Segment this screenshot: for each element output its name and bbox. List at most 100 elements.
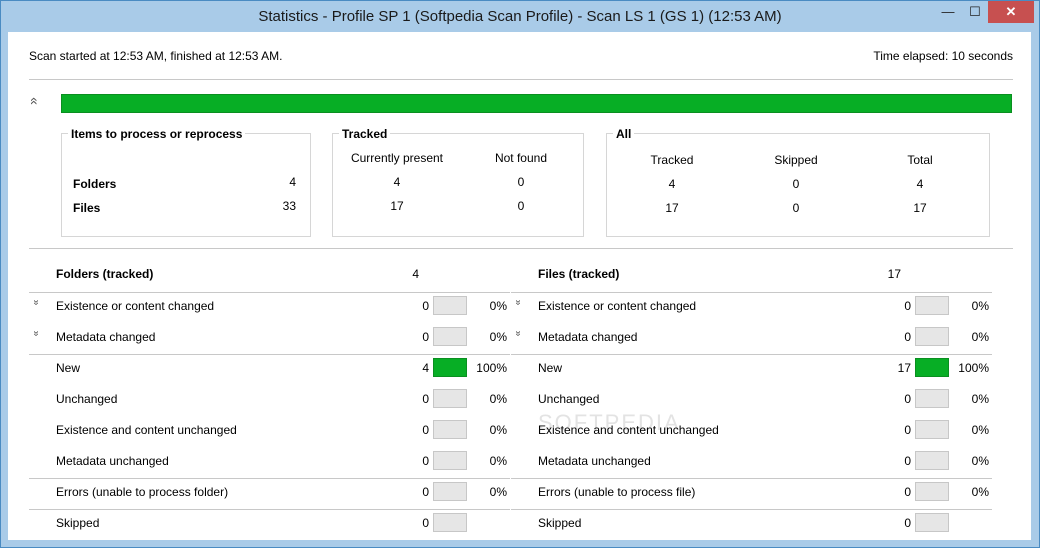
items-files-label: Files — [73, 201, 101, 215]
folders-row-label: Unchanged — [56, 392, 118, 406]
files-row-count: 0 — [904, 516, 911, 530]
scan-info: Scan started at 12:53 AM, finished at 12… — [29, 49, 283, 63]
tracked-cell: 0 — [517, 199, 525, 213]
folders-row-label: Metadata changed — [56, 330, 156, 344]
row-divider — [511, 354, 992, 355]
folders-row-pct: 0% — [489, 485, 507, 499]
files-row-label: Existence or content changed — [538, 299, 697, 313]
folders-row-count: 0 — [422, 485, 429, 499]
files-row-label: Unchanged — [538, 392, 600, 406]
folders-row-pct: 100% — [476, 361, 507, 375]
folders-row-pct: 0% — [489, 330, 507, 344]
all-cell: 4 — [916, 177, 924, 191]
files-row-count: 0 — [904, 423, 911, 437]
collapse-icon[interactable]: « — [27, 97, 43, 105]
all-cell: 4 — [668, 177, 676, 191]
items-files-value: 33 — [282, 199, 296, 213]
folders-row-count: 0 — [422, 454, 429, 468]
divider — [29, 248, 1013, 249]
files-total: 17 — [887, 267, 901, 281]
all-cell: 17 — [665, 201, 679, 215]
folders-row-pct: 0% — [489, 299, 507, 313]
files-row-pct: 0% — [971, 299, 989, 313]
folders-header: Folders (tracked) — [56, 267, 154, 281]
files-row-pct: 0% — [971, 330, 989, 344]
folders-row-label: Existence or content changed — [56, 299, 215, 313]
folders-row-label: Errors (unable to process folder) — [56, 485, 229, 499]
items-to-process-group: Items to process or reprocess Folders 4 … — [61, 127, 311, 237]
row-divider — [29, 292, 510, 293]
expand-icon[interactable]: » — [512, 331, 523, 337]
row-divider — [29, 354, 510, 355]
row-divider — [511, 478, 992, 479]
tracked-cell: 0 — [517, 175, 525, 189]
expand-icon[interactable]: » — [512, 300, 523, 306]
client-area: Scan started at 12:53 AM, finished at 12… — [8, 32, 1031, 540]
expand-icon[interactable]: » — [30, 331, 41, 337]
files-row-label: Errors (unable to process file) — [538, 485, 696, 499]
tracked-cell: 17 — [390, 199, 404, 213]
row-divider — [511, 509, 992, 510]
tracked-group-title: Tracked — [339, 127, 391, 141]
files-row-pct: 0% — [971, 485, 989, 499]
files-row-count: 0 — [904, 299, 911, 313]
folders-row-label: Skipped — [56, 516, 100, 530]
folders-total: 4 — [412, 267, 419, 281]
all-cell: 0 — [792, 201, 800, 215]
maximize-button[interactable]: ☐ — [962, 1, 988, 23]
folders-row-count: 0 — [422, 299, 429, 313]
files-row-pct: 0% — [971, 423, 989, 437]
title-bar[interactable]: Statistics - Profile SP 1 (Softpedia Sca… — [1, 1, 1039, 32]
files-row-pct: 0% — [971, 454, 989, 468]
overall-progress-bar — [61, 94, 1012, 113]
row-divider — [511, 292, 992, 293]
all-col-tracked: Tracked — [650, 153, 694, 167]
row-divider — [29, 478, 510, 479]
close-button[interactable]: ✕ — [988, 1, 1034, 23]
files-row-label: New — [538, 361, 563, 375]
window-title: Statistics - Profile SP 1 (Softpedia Sca… — [258, 8, 782, 25]
items-group-title: Items to process or reprocess — [68, 127, 246, 141]
folders-row-count: 0 — [422, 423, 429, 437]
all-group: All Tracked Skipped Total 4 0 4 17 0 17 — [606, 127, 990, 237]
folders-row-label: Existence and content unchanged — [56, 423, 237, 437]
folders-row-count: 0 — [422, 330, 429, 344]
files-row-label: Existence and content unchanged — [538, 423, 719, 437]
tracked-group: Tracked Currently present Not found 4 0 … — [332, 127, 584, 237]
files-row-count: 0 — [904, 330, 911, 344]
folders-row-pct: 0% — [489, 454, 507, 468]
minimize-button[interactable]: — — [934, 1, 962, 23]
files-row-pct: 100% — [958, 361, 989, 375]
files-row-count: 0 — [904, 392, 911, 406]
files-row-count: 0 — [904, 454, 911, 468]
folders-row-bar — [433, 513, 467, 532]
items-folders-label: Folders — [73, 177, 117, 191]
tracked-col-notfound: Not found — [494, 151, 548, 165]
folders-row-count: 0 — [422, 516, 429, 530]
all-cell: 0 — [792, 177, 800, 191]
statistics-window: Statistics - Profile SP 1 (Softpedia Sca… — [0, 0, 1040, 548]
files-row-count: 17 — [897, 361, 911, 375]
all-col-total: Total — [907, 153, 933, 167]
tracked-cell: 4 — [393, 175, 401, 189]
files-row-pct: 0% — [971, 392, 989, 406]
files-header: Files (tracked) — [538, 267, 620, 281]
time-elapsed: Time elapsed: 10 seconds — [873, 49, 1013, 63]
expand-icon[interactable]: » — [30, 300, 41, 306]
files-row-label: Metadata changed — [538, 330, 638, 344]
all-col-skipped: Skipped — [774, 153, 818, 167]
folders-row-label: New — [56, 361, 81, 375]
files-row-label: Skipped — [538, 516, 582, 530]
divider — [29, 79, 1013, 80]
files-row-label: Metadata unchanged — [538, 454, 651, 468]
folders-row-label: Metadata unchanged — [56, 454, 169, 468]
all-group-title: All — [613, 127, 635, 141]
folders-row-pct: 0% — [489, 423, 507, 437]
row-divider — [29, 509, 510, 510]
files-row-count: 0 — [904, 485, 911, 499]
files-row-bar — [915, 513, 949, 532]
items-folders-value: 4 — [289, 175, 296, 189]
folders-row-pct: 0% — [489, 392, 507, 406]
all-cell: 17 — [913, 201, 927, 215]
folders-row-count: 4 — [422, 361, 429, 375]
